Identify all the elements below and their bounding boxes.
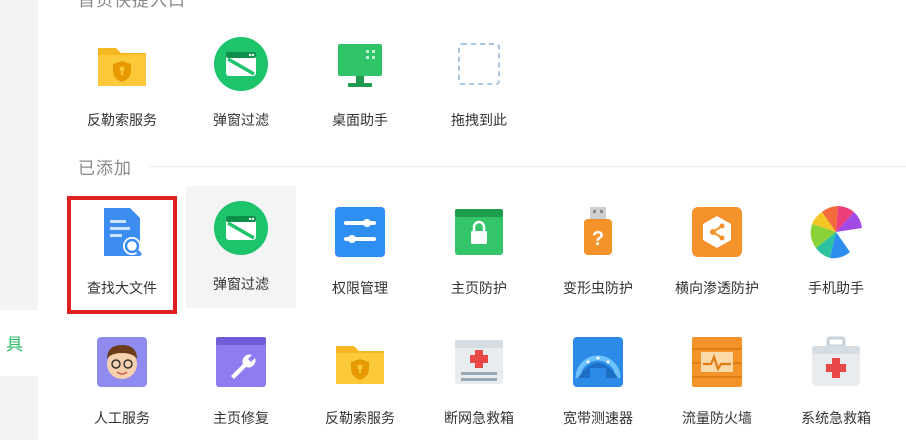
tool-label: 手机助手 xyxy=(808,281,864,297)
tool-label: 弹窗过滤 xyxy=(213,277,269,293)
tool-phone-assistant[interactable]: 手机助手 xyxy=(781,190,891,312)
homepage-lock-icon xyxy=(455,209,503,255)
tool-lateral-protect[interactable]: 横向渗透防护 xyxy=(662,190,772,312)
drop-target[interactable]: 拖拽到此 xyxy=(424,22,534,144)
tool-label: 流量防火墙 xyxy=(682,411,752,427)
tool-label: 反勒索服务 xyxy=(87,113,157,129)
tool-label: 权限管理 xyxy=(332,281,388,297)
drop-target-icon xyxy=(458,43,500,85)
shield-folder-icon xyxy=(98,48,146,86)
tool-label: 反勒索服务 xyxy=(325,411,395,427)
tool-system-first-aid[interactable]: 系统急救箱 xyxy=(781,320,891,442)
tool-popup-filter[interactable]: 弹窗过滤 xyxy=(186,186,296,308)
tool-label: 系统急救箱 xyxy=(801,411,871,427)
tool-label: 人工服务 xyxy=(94,411,150,427)
find-large-file-icon xyxy=(104,208,143,257)
tool-label: 拖拽到此 xyxy=(451,113,507,129)
tool-label: 宽带测速器 xyxy=(563,411,633,427)
colorful-fan-icon xyxy=(810,206,862,259)
tool-broadband-speed[interactable]: 宽带测速器 xyxy=(543,320,653,442)
tool-label: 横向渗透防护 xyxy=(675,281,759,297)
tool-anti-ransom[interactable]: 反勒索服务 xyxy=(67,22,177,144)
speedometer-icon xyxy=(573,337,623,387)
popup-filter-icon xyxy=(214,201,268,255)
tool-label: 桌面助手 xyxy=(332,113,388,129)
tool-traffic-firewall[interactable]: 流量防火墙 xyxy=(662,320,772,442)
usb-question-icon: ? xyxy=(584,207,612,255)
tool-homepage-protect[interactable]: 主页防护 xyxy=(424,190,534,312)
tool-homepage-repair[interactable]: 主页修复 xyxy=(186,320,296,442)
tool-permission-manager[interactable]: 权限管理 xyxy=(305,190,415,312)
tool-anti-ransom[interactable]: 反勒索服务 xyxy=(305,320,415,442)
sidebar-item-label: 具 xyxy=(6,335,23,355)
popup-filter-icon xyxy=(214,37,268,91)
system-first-aid-icon xyxy=(812,336,860,386)
tool-label: 主页修复 xyxy=(213,411,269,427)
svg-text:?: ? xyxy=(592,228,604,250)
tool-network-first-aid[interactable]: 断网急救箱 xyxy=(424,320,534,442)
tool-label: 断网急救箱 xyxy=(444,411,514,427)
left-sidebar: 具 xyxy=(0,0,38,440)
traffic-firewall-icon xyxy=(692,337,742,387)
tool-popup-filter[interactable]: 弹窗过滤 xyxy=(186,22,296,144)
tool-find-large-file[interactable]: 查找大文件 xyxy=(67,190,177,312)
network-shield-icon xyxy=(692,207,742,257)
tool-desktop-assistant[interactable]: 桌面助手 xyxy=(305,22,415,144)
network-first-aid-icon xyxy=(455,340,503,384)
shield-folder-icon xyxy=(336,346,384,384)
tool-label: 变形虫防护 xyxy=(563,281,633,297)
desktop-assistant-icon xyxy=(338,44,382,87)
added-section-title: 已添加 xyxy=(78,159,132,179)
permission-toggle-icon xyxy=(335,207,385,257)
shortcut-section-title: 首页快捷入口 xyxy=(78,0,186,11)
tool-amoeba-protect[interactable]: ? 变形虫防护 xyxy=(543,190,653,312)
tool-label: 弹窗过滤 xyxy=(213,113,269,129)
section-divider xyxy=(150,166,906,167)
tool-human-service[interactable]: 人工服务 xyxy=(67,320,177,442)
tool-label: 主页防护 xyxy=(451,281,507,297)
human-service-icon xyxy=(97,337,147,387)
tool-label: 查找大文件 xyxy=(87,281,157,297)
wrench-repair-icon xyxy=(216,337,266,387)
